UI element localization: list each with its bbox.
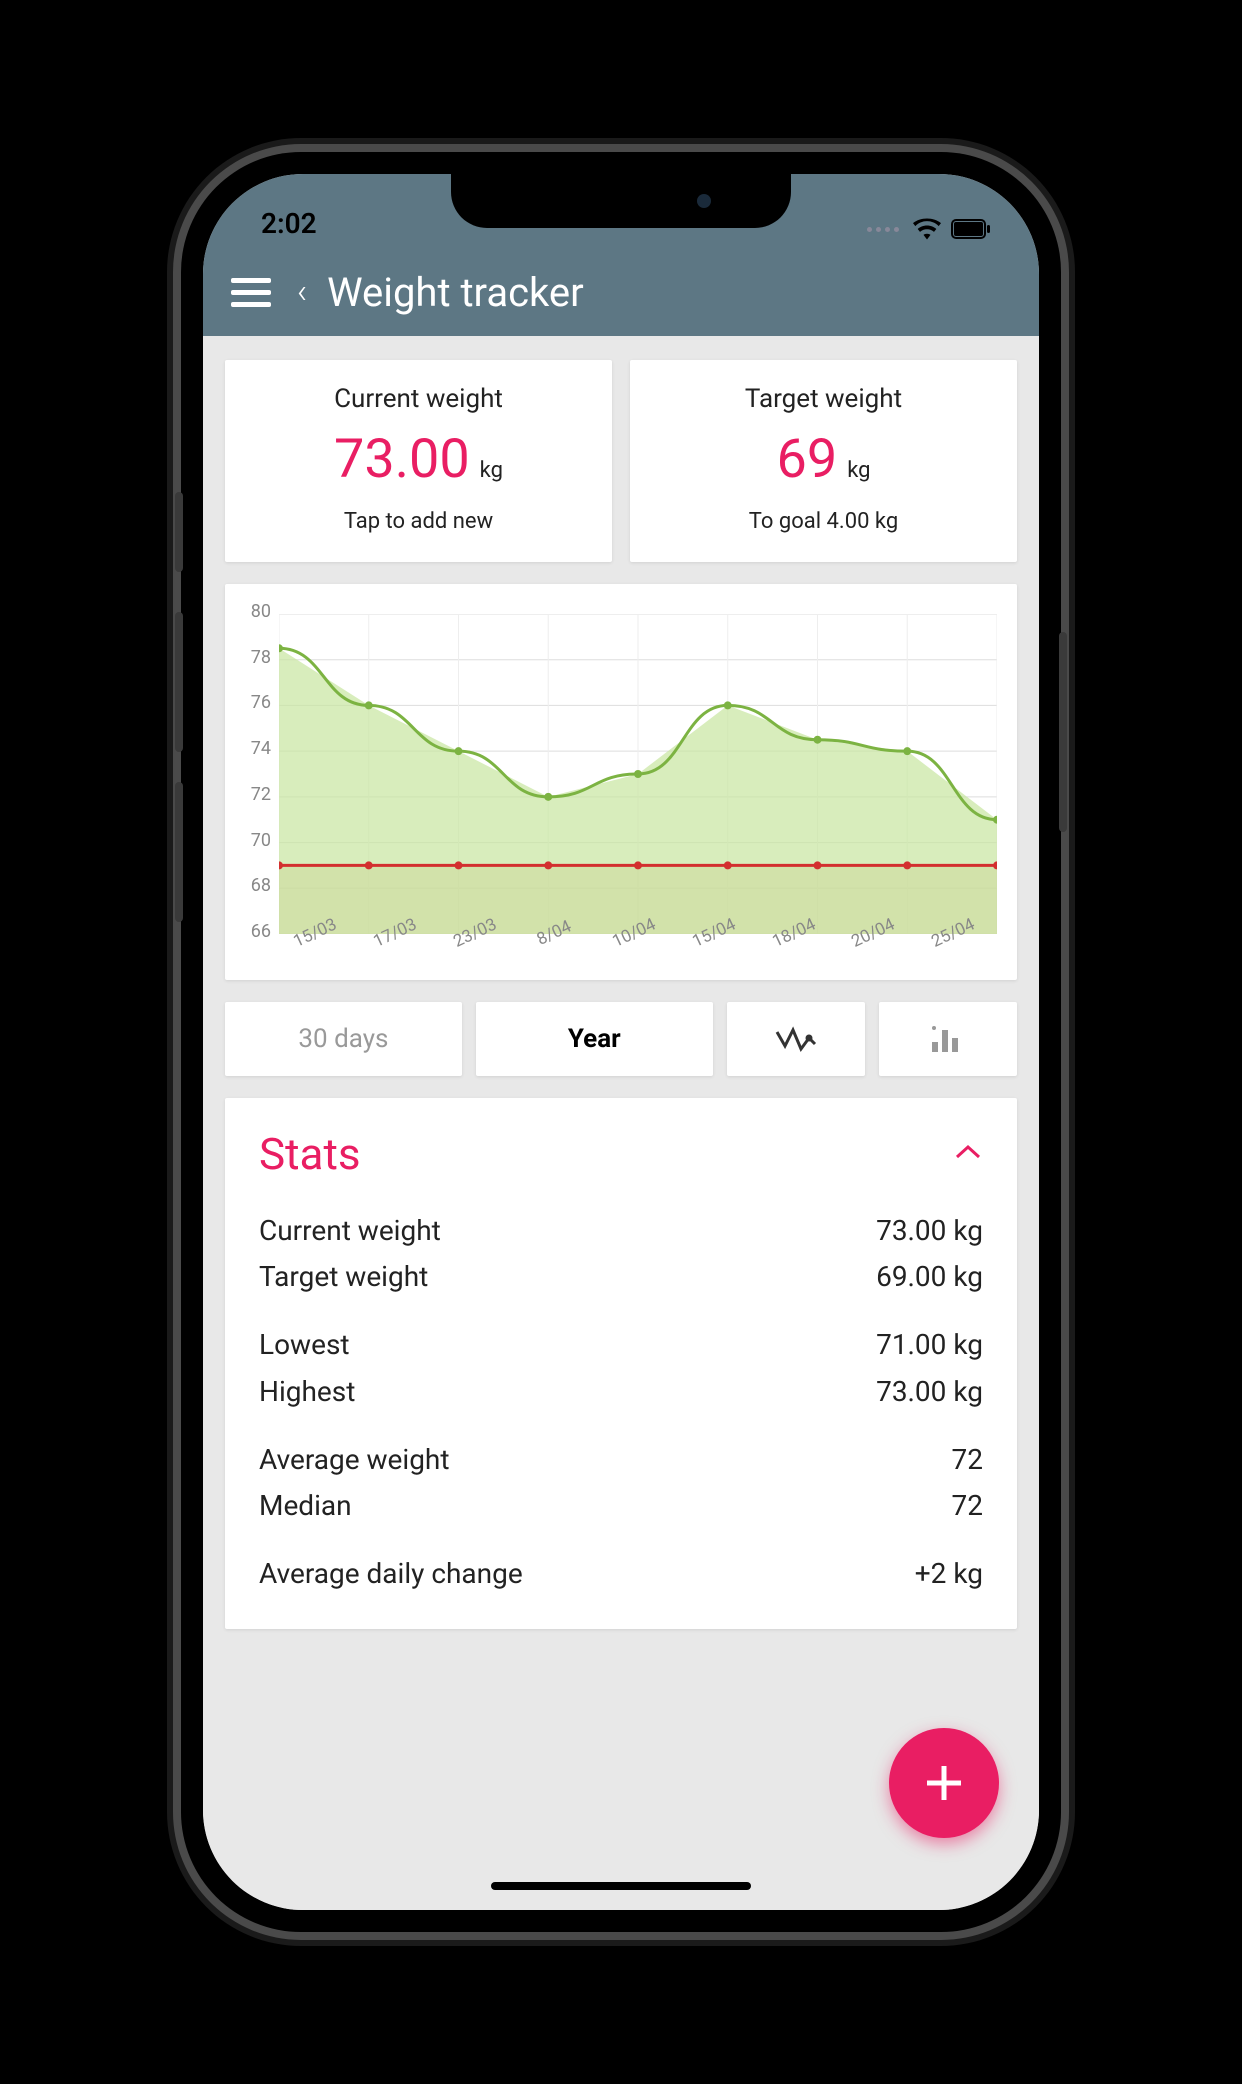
chart-y-axis: 8078767472706866 [231,614,279,934]
tab-year[interactable]: Year [476,1002,713,1076]
chart-card[interactable]: 8078767472706866 15/0317/0323/038/0410/0… [225,584,1017,980]
chart-x-axis: 15/0317/0323/038/0410/0415/0418/0420/042… [231,940,997,960]
side-button [175,612,183,752]
target-weight-value: 69 [777,428,838,491]
current-weight-card[interactable]: Current weight 73.00 kg Tap to add new [225,360,612,562]
tab-bar-chart-icon[interactable] [879,1002,1017,1076]
signal-icon [867,227,899,232]
stat-value: 71.00 kg [876,1322,983,1368]
battery-icon [951,219,991,239]
stat-row: Average weight 72 [259,1437,983,1483]
stat-value: 72 [952,1483,983,1529]
stats-title: Stats [259,1128,361,1180]
stat-label: Target weight [259,1254,428,1300]
stat-value: 73.00 kg [876,1369,983,1415]
stats-card: Stats Current weight 73.00 kg Target wei… [225,1098,1017,1629]
phone-frame: 2:02 ‹ Weight tracker Current weight [181,152,1061,1932]
stat-row: Median 72 [259,1483,983,1529]
stat-label: Highest [259,1369,355,1415]
app-header: ‹ Weight tracker [203,248,1039,336]
chevron-up-icon[interactable] [953,1143,983,1165]
home-indicator[interactable] [491,1882,751,1890]
stat-row: Average daily change +2 kg [259,1551,983,1597]
unit: kg [480,458,503,483]
wifi-icon [913,218,941,240]
stat-row: Current weight 73.00 kg [259,1208,983,1254]
weight-chart [279,614,997,934]
status-time: 2:02 [261,207,317,240]
card-title: Current weight [237,384,600,414]
target-weight-card[interactable]: Target weight 69 kg To goal 4.00 kg [630,360,1017,562]
tab-30days[interactable]: 30 days [225,1002,462,1076]
page-title: Weight tracker [327,269,584,316]
card-subtitle: Tap to add new [237,509,600,534]
menu-icon[interactable] [231,278,271,307]
stat-value: 72 [952,1437,983,1483]
plus-icon [919,1758,969,1808]
status-icons [867,218,991,240]
stat-value: 69.00 kg [876,1254,983,1300]
back-icon[interactable]: ‹ [297,272,307,312]
stat-label: Average weight [259,1437,450,1483]
phone-screen: 2:02 ‹ Weight tracker Current weight [203,174,1039,1910]
card-subtitle: To goal 4.00 kg [642,509,1005,534]
content: Current weight 73.00 kg Tap to add new T… [203,336,1039,1910]
stat-row: Target weight 69.00 kg [259,1254,983,1300]
stat-row: Lowest 71.00 kg [259,1322,983,1368]
side-button [1059,632,1067,832]
range-tabs: 30 days Year [225,1002,1017,1076]
stat-value: +2 kg [915,1551,983,1597]
side-button [175,492,183,572]
stat-value: 73.00 kg [876,1208,983,1254]
stat-label: Current weight [259,1208,441,1254]
tab-line-chart-icon[interactable] [727,1002,865,1076]
stat-row: Highest 73.00 kg [259,1369,983,1415]
stat-label: Median [259,1483,352,1529]
stat-label: Lowest [259,1322,350,1368]
notch [451,174,791,228]
stat-label: Average daily change [259,1551,523,1597]
unit: kg [847,458,870,483]
card-title: Target weight [642,384,1005,414]
side-button [175,782,183,922]
current-weight-value: 73.00 [334,428,470,491]
add-button[interactable] [889,1728,999,1838]
